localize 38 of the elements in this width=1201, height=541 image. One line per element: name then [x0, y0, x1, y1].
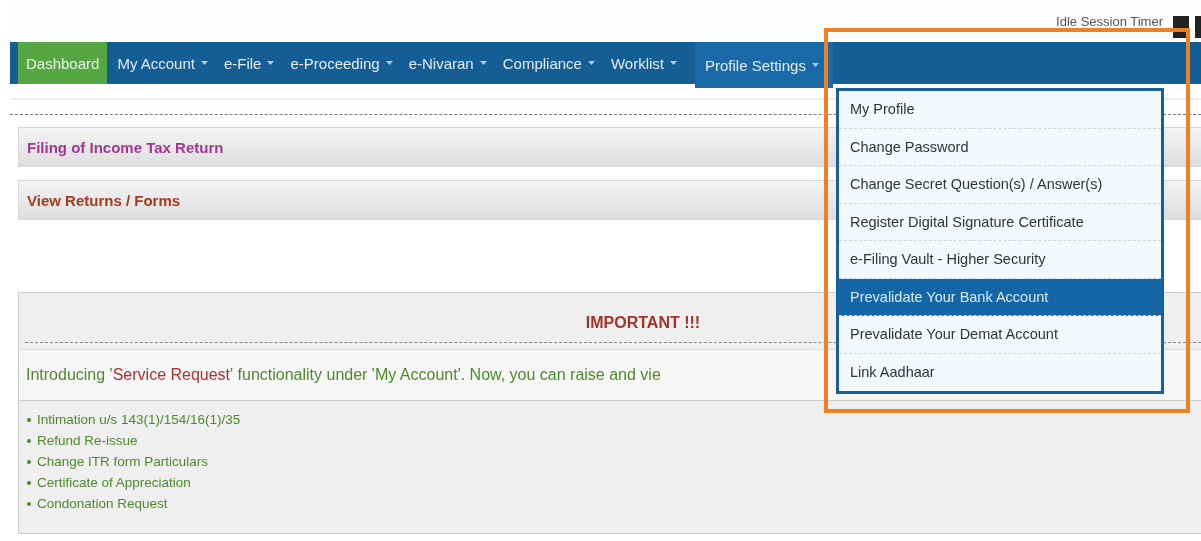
- bullet-icon: [27, 438, 31, 443]
- dropdown-item[interactable]: e-Filing Vault - Higher Security: [839, 241, 1161, 279]
- service-list-item: Intimation u/s 143(1)/154/16(1)/35: [37, 412, 241, 427]
- dropdown-item[interactable]: Register Digital Signature Certificate: [839, 203, 1161, 241]
- dropdown-item[interactable]: Change Password: [839, 128, 1161, 166]
- caret-icon: [267, 61, 275, 65]
- caret-icon: [479, 61, 487, 65]
- dropdown-item[interactable]: Link Aadhaar: [839, 353, 1161, 391]
- caret-icon: [200, 61, 208, 65]
- dropdown-item[interactable]: Prevalidate Your Bank Account: [839, 278, 1161, 316]
- bullet-icon: [27, 459, 31, 464]
- timer-label: Idle Session Timer: [1056, 14, 1163, 30]
- timer-digit-box: [1195, 16, 1201, 38]
- service-list-item: Change ITR form Particulars: [37, 454, 209, 469]
- section-title[interactable]: View Returns / Forms: [27, 191, 181, 209]
- nav-menu-item[interactable]: e-File: [215, 42, 283, 84]
- bullet-icon: [27, 501, 31, 506]
- caret-icon: [670, 61, 677, 65]
- dropdown-item[interactable]: Prevalidate Your Demat Account: [839, 316, 1161, 354]
- bullet-icon: [27, 417, 31, 422]
- notice-text: Introducing 'Service Request' functionality under 'My Account'. Now, you can raise and vie: [26, 366, 661, 384]
- service-list-item: Condonation Request: [37, 496, 168, 511]
- dropdown-item[interactable]: My Profile: [839, 91, 1161, 129]
- caret-icon: [385, 61, 393, 65]
- service-list-item: Certificate of Appreciation: [37, 475, 191, 490]
- nav-menu-item[interactable]: e-Nivaran: [400, 42, 495, 84]
- notice-title: IMPORTANT !!!: [584, 314, 701, 333]
- nav-menu-item[interactable]: e-Proceeding: [282, 42, 401, 84]
- nav-menu-item[interactable]: Worklist: [602, 42, 685, 84]
- nav-menu-item[interactable]: My Account: [109, 42, 216, 84]
- bullet-icon: [27, 480, 31, 485]
- nav-menu-item[interactable]: Profile Settings: [695, 42, 833, 88]
- nav-menu-item[interactable]: Compliance: [494, 42, 603, 84]
- section-title[interactable]: Filing of Income Tax Return: [27, 138, 224, 156]
- caret-icon: [811, 63, 819, 67]
- caret-icon: [587, 61, 595, 65]
- dropdown-item[interactable]: Change Secret Question(s) / Answer(s): [839, 166, 1161, 204]
- service-list-item: Refund Re-issue: [37, 433, 138, 448]
